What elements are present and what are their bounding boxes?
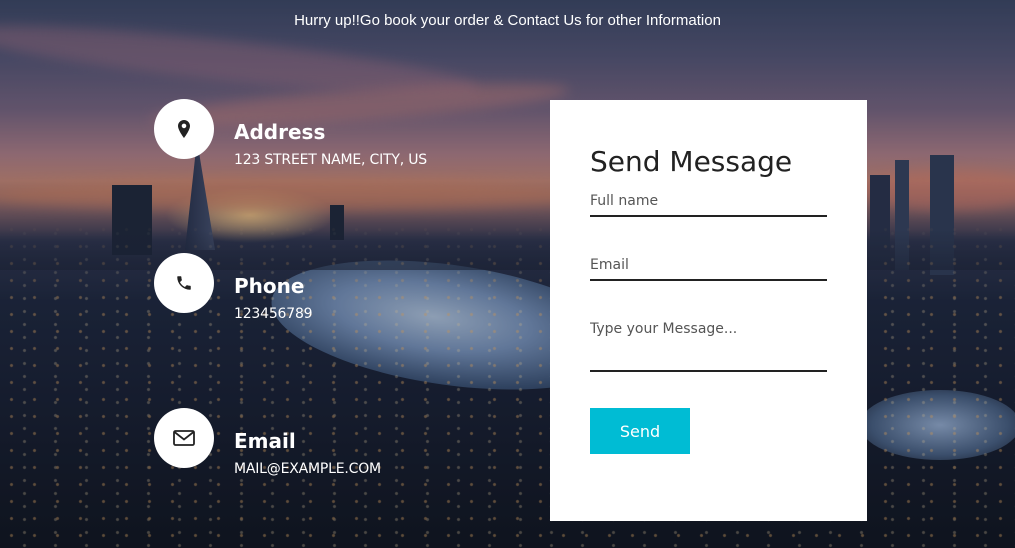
phone-value: 123456789 bbox=[234, 306, 313, 322]
envelope-icon bbox=[154, 408, 214, 468]
form-title: Send Message bbox=[590, 145, 793, 178]
map-pin-icon bbox=[154, 99, 214, 159]
contact-address: Address 123 STREET NAME, CITY, US bbox=[154, 99, 427, 168]
email-input[interactable] bbox=[590, 257, 827, 281]
phone-icon bbox=[154, 253, 214, 313]
address-title: Address bbox=[234, 120, 326, 144]
send-message-card: Send Message Send bbox=[550, 100, 867, 521]
promo-headline: Hurry up!!Go book your order & Contact U… bbox=[294, 12, 721, 29]
address-value: 123 STREET NAME, CITY, US bbox=[234, 152, 427, 168]
email-value: MAIL@EXAMPLE.COM bbox=[234, 461, 381, 477]
contact-phone: Phone 123456789 bbox=[154, 253, 313, 322]
send-button[interactable]: Send bbox=[590, 408, 690, 454]
email-title: Email bbox=[234, 429, 296, 453]
contact-email: Email MAIL@EXAMPLE.COM bbox=[154, 408, 381, 477]
phone-title: Phone bbox=[234, 274, 305, 298]
message-textarea[interactable] bbox=[590, 321, 827, 372]
full-name-input[interactable] bbox=[590, 193, 827, 217]
